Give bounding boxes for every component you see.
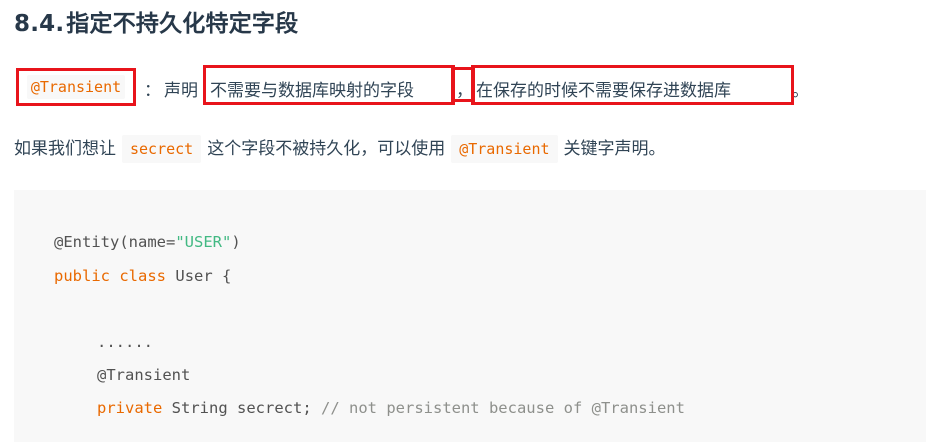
code-keyword-public: public (54, 267, 110, 285)
highlight-box-no-save (471, 65, 794, 105)
colon-separator: ： (144, 81, 161, 101)
code-block: @Entity(name="USER") public class User {… (14, 190, 926, 442)
inline-code-transient: @Transient (26, 75, 126, 99)
code-string-user: "USER" (175, 233, 232, 251)
code-entity-annotation: @Entity(name= (54, 233, 176, 251)
code-keyword-private: private (97, 399, 163, 417)
code-comment: // not persistent because of @Transient (321, 399, 685, 417)
section-heading: 8.4.指定不持久化特定字段 (14, 4, 298, 38)
description-paragraph: 如果我们想让 secrect 这个字段不被持久化，可以使用 @Transient 关键字… (14, 134, 666, 163)
section-number: 8.4. (14, 11, 65, 37)
code-ellipsis: ...... (97, 333, 153, 351)
paragraph-text-before: 如果我们想让 (14, 139, 116, 159)
inline-code-secrect: secrect (122, 135, 202, 163)
code-keyword-class: class (119, 267, 167, 285)
highlight-box-no-mapping (203, 65, 455, 105)
code-transient-annotation: @Transient (97, 366, 191, 384)
code-line-entity: @Entity(name="USER") (54, 233, 241, 251)
code-paren-close: ) (231, 233, 241, 251)
inline-code-transient-2: @Transient (451, 135, 558, 163)
paragraph-text-after: 关键字声明。 (563, 139, 666, 159)
code-line-ellipsis: ...... (97, 333, 153, 351)
annotation-highlight-box: @Transient (16, 68, 136, 106)
code-line-class: public class User { (54, 267, 231, 285)
code-class-name: User { (175, 267, 232, 285)
section-title: 指定不持久化特定字段 (66, 11, 299, 37)
code-line-field: private String secrect; // not persisten… (97, 399, 685, 417)
declare-text: 声明 (164, 81, 198, 101)
code-line-transient: @Transient (97, 366, 190, 384)
code-field-declaration: String secrect; (171, 399, 312, 417)
period: 。 (792, 81, 809, 101)
paragraph-text-middle: 这个字段不被持久化，可以使用 (207, 139, 446, 159)
